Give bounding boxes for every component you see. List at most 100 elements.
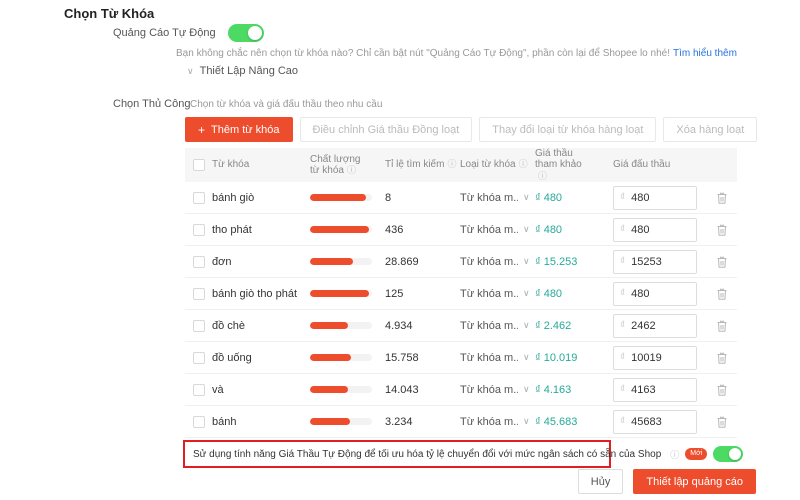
bid-input[interactable]: ₫ 10019 bbox=[613, 345, 697, 370]
col-search-rate: Tỉ lệ tìm kiếm ⓘ bbox=[385, 159, 457, 171]
keyword-type-dropdown[interactable]: Từ khóa m... ∨ bbox=[460, 288, 535, 300]
row-checkbox[interactable] bbox=[193, 319, 205, 332]
quality-bar bbox=[310, 290, 372, 297]
info-icon[interactable]: ⓘ bbox=[519, 159, 528, 169]
bid-value: 45683 bbox=[631, 415, 662, 428]
bulk-adjust-bid-button[interactable]: Điều chỉnh Giá thầu Đồng loạt bbox=[299, 117, 473, 142]
info-icon[interactable]: ⓘ bbox=[670, 448, 679, 461]
bulk-change-type-button[interactable]: Thay đổi loại từ khóa hàng loạt bbox=[479, 117, 657, 142]
row-checkbox[interactable] bbox=[193, 383, 205, 396]
quality-bar-fill bbox=[310, 322, 349, 329]
row-checkbox[interactable] bbox=[193, 287, 205, 300]
bid-value: 2462 bbox=[631, 319, 656, 332]
quality-bar bbox=[310, 322, 372, 329]
table-row: đơn 28.869 Từ khóa m... ∨ ₫ 15.253 ₫ 15253 bbox=[185, 246, 737, 278]
bid-value: 480 bbox=[631, 223, 650, 236]
add-keyword-button[interactable]: + Thêm từ khóa bbox=[185, 117, 293, 142]
quality-bar bbox=[310, 386, 372, 393]
bid-input[interactable]: ₫ 2462 bbox=[613, 313, 697, 338]
manual-select-hint: Chọn từ khóa và giá đấu thầu theo nhu cầ… bbox=[190, 99, 383, 110]
quality-bar bbox=[310, 418, 372, 425]
keyword-type-dropdown[interactable]: Từ khóa m... ∨ bbox=[460, 384, 535, 396]
chevron-down-icon: ∨ bbox=[523, 320, 530, 330]
reference-bid: ₫ 2.462 bbox=[535, 319, 572, 332]
currency-symbol: ₫ bbox=[620, 288, 626, 299]
row-checkbox[interactable] bbox=[193, 191, 205, 204]
trash-icon[interactable] bbox=[715, 319, 729, 333]
row-checkbox[interactable] bbox=[193, 415, 205, 428]
currency-symbol: ₫ bbox=[620, 224, 626, 235]
keyword-type-dropdown[interactable]: Từ khóa m... ∨ bbox=[460, 224, 535, 236]
chevron-down-icon: ∨ bbox=[523, 416, 530, 426]
keyword-label: đơn bbox=[212, 255, 232, 268]
info-icon[interactable]: ⓘ bbox=[347, 165, 356, 175]
search-volume: 436 bbox=[385, 223, 404, 236]
keyword-type-value: Từ khóa m... bbox=[460, 191, 518, 204]
bid-value: 480 bbox=[631, 287, 650, 300]
trash-icon[interactable] bbox=[715, 191, 729, 205]
add-keyword-label: Thêm từ khóa bbox=[211, 123, 280, 136]
search-volume: 3.234 bbox=[385, 415, 413, 428]
cancel-button[interactable]: Hủy bbox=[577, 469, 624, 494]
col-ref-bid: Giá thầu tham khảoⓘ bbox=[535, 147, 582, 181]
learn-more-link[interactable]: Tìm hiểu thêm bbox=[673, 48, 737, 59]
chevron-down-icon: ∨ bbox=[523, 192, 530, 202]
bid-input[interactable]: ₫ 4163 bbox=[613, 377, 697, 402]
table-row: đồ chè 4.934 Từ khóa m... ∨ ₫ 2.462 ₫ 2462 bbox=[185, 310, 737, 342]
quality-bar bbox=[310, 354, 372, 361]
keyword-type-dropdown[interactable]: Từ khóa m... ∨ bbox=[460, 352, 535, 364]
row-checkbox[interactable] bbox=[193, 351, 205, 364]
plus-icon: + bbox=[198, 122, 206, 137]
select-all-checkbox[interactable] bbox=[193, 159, 205, 171]
trash-icon[interactable] bbox=[715, 287, 729, 301]
auto-ads-label: Quảng Cáo Tự Động bbox=[113, 27, 216, 39]
bulk-delete-button[interactable]: Xóa hàng loạt bbox=[663, 117, 758, 142]
advanced-settings-toggle[interactable]: ∨ Thiết Lập Nâng Cao bbox=[187, 65, 298, 77]
trash-icon[interactable] bbox=[715, 383, 729, 397]
new-badge: Mới bbox=[685, 448, 708, 460]
setup-ads-button[interactable]: Thiết lập quảng cáo bbox=[633, 469, 756, 494]
trash-icon[interactable] bbox=[715, 255, 729, 269]
chevron-down-icon: ∨ bbox=[523, 384, 530, 394]
keyword-type-dropdown[interactable]: Từ khóa m... ∨ bbox=[460, 192, 535, 204]
row-checkbox[interactable] bbox=[193, 255, 205, 268]
reference-bid: ₫ 4.163 bbox=[535, 383, 572, 396]
bid-value: 10019 bbox=[631, 351, 662, 364]
keyword-type-value: Từ khóa m... bbox=[460, 287, 518, 300]
keyword-label: đồ chè bbox=[212, 319, 246, 332]
info-icon[interactable]: ⓘ bbox=[447, 159, 456, 169]
trash-icon[interactable] bbox=[715, 351, 729, 365]
quality-bar-fill bbox=[310, 258, 354, 265]
bid-input[interactable]: ₫ 480 bbox=[613, 185, 697, 210]
row-checkbox[interactable] bbox=[193, 223, 205, 236]
keyword-type-dropdown[interactable]: Từ khóa m... ∨ bbox=[460, 320, 535, 332]
info-icon[interactable]: ⓘ bbox=[538, 171, 547, 181]
bid-input[interactable]: ₫ 480 bbox=[613, 281, 697, 306]
keyword-type-value: Từ khóa m... bbox=[460, 319, 518, 332]
auto-ads-toggle[interactable] bbox=[227, 24, 264, 42]
search-volume: 14.043 bbox=[385, 383, 419, 396]
search-volume: 125 bbox=[385, 287, 404, 300]
bid-value: 15253 bbox=[631, 255, 662, 268]
bid-input[interactable]: ₫ 480 bbox=[613, 217, 697, 242]
keyword-label: đồ uống bbox=[212, 351, 252, 364]
auto-bid-callout-text: Sử dụng tính năng Giá Thầu Tự Động để tố… bbox=[193, 448, 662, 460]
keyword-type-dropdown[interactable]: Từ khóa m... ∨ bbox=[460, 416, 535, 428]
col-bid: Giá đấu thầu bbox=[613, 159, 671, 171]
bid-input[interactable]: ₫ 45683 bbox=[613, 409, 697, 434]
reference-bid: ₫ 15.253 bbox=[535, 255, 578, 268]
trash-icon[interactable] bbox=[715, 415, 729, 429]
reference-bid: ₫ 45.683 bbox=[535, 415, 578, 428]
auto-bid-toggle[interactable] bbox=[713, 446, 744, 462]
chevron-down-icon: ∨ bbox=[523, 288, 530, 298]
table-row: tho phát 436 Từ khóa m... ∨ ₫ 480 ₫ 480 bbox=[185, 214, 737, 246]
table-row: bánh giò 8 Từ khóa m... ∨ ₫ 480 ₫ 480 bbox=[185, 182, 737, 214]
bid-input[interactable]: ₫ 15253 bbox=[613, 249, 697, 274]
auto-ads-hint: Bạn không chắc nên chọn từ khóa nào? Chỉ… bbox=[176, 48, 737, 59]
search-volume: 8 bbox=[385, 191, 392, 204]
keyword-type-dropdown[interactable]: Từ khóa m... ∨ bbox=[460, 256, 535, 268]
manual-select-label: Chọn Thủ Công bbox=[113, 98, 191, 110]
keyword-table: Từ khóa Chất lượng từ khóa ⓘ Tỉ lệ tìm ki… bbox=[185, 148, 737, 438]
trash-icon[interactable] bbox=[715, 223, 729, 237]
reference-bid: ₫ 10.019 bbox=[535, 351, 578, 364]
